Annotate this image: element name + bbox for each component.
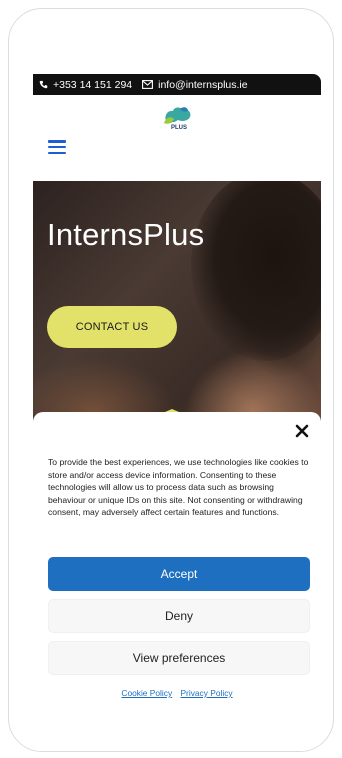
close-icon[interactable] (295, 424, 309, 438)
phone-icon (39, 80, 48, 89)
hero-title: InternsPlus (47, 217, 205, 252)
deny-button[interactable]: Deny (48, 599, 310, 633)
contact-us-button[interactable]: CONTACT US (47, 306, 177, 348)
site-header: PLUS (33, 95, 321, 181)
email-address[interactable]: info@internsplus.ie (158, 79, 247, 91)
accept-button[interactable]: Accept (48, 557, 310, 591)
internsplus-logo[interactable]: PLUS (160, 105, 194, 133)
privacy-policy-link[interactable]: Privacy Policy (180, 688, 232, 698)
screen: +353 14 151 294 info@internsplus.ie PLUS (33, 74, 321, 751)
phone-number[interactable]: +353 14 151 294 (53, 79, 132, 91)
cookie-message: To provide the best experiences, we use … (48, 457, 309, 518)
logo-text: PLUS (171, 125, 187, 131)
cookie-consent-banner: To provide the best experiences, we use … (33, 412, 321, 751)
policy-links: Cookie Policy Privacy Policy (33, 688, 321, 698)
email-icon (142, 80, 154, 89)
cookie-policy-link[interactable]: Cookie Policy (121, 688, 172, 698)
hero-section: InternsPlus CONTACT US (33, 181, 321, 421)
hamburger-icon[interactable] (48, 140, 66, 154)
phone-frame: +353 14 151 294 info@internsplus.ie PLUS (8, 8, 334, 752)
hero-image (191, 181, 321, 361)
contact-topbar: +353 14 151 294 info@internsplus.ie (33, 74, 321, 95)
view-preferences-button[interactable]: View preferences (48, 641, 310, 675)
